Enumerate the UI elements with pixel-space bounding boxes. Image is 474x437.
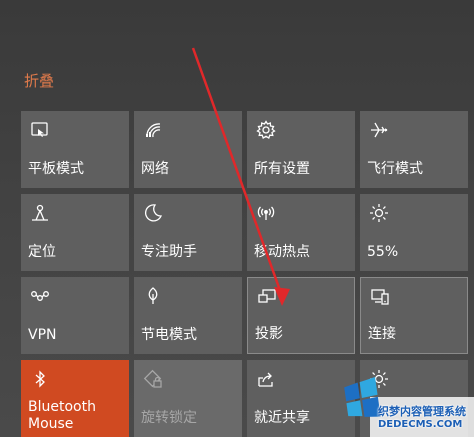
tile-label: 专注助手 xyxy=(141,244,197,260)
tile-label: 55% xyxy=(367,244,399,260)
tile-label: 旋转锁定 xyxy=(141,410,197,426)
battery-saver-icon xyxy=(143,286,163,306)
settings-gear-icon xyxy=(256,120,276,140)
tablet-mode-icon xyxy=(30,120,50,140)
tile-label: 飞行模式 xyxy=(367,161,423,177)
vpn-icon xyxy=(30,286,50,306)
tile-battery-saver[interactable]: 节电模式 xyxy=(134,277,242,354)
tile-label: 所有设置 xyxy=(254,161,310,177)
nearby-share-icon xyxy=(256,369,276,389)
tile-network[interactable]: 网络 xyxy=(134,111,242,188)
tile-brightness[interactable]: 55% xyxy=(360,194,468,271)
tile-label: 网络 xyxy=(141,161,169,177)
project-icon xyxy=(257,287,277,307)
tile-label: 节电模式 xyxy=(141,327,197,343)
tile-all-settings[interactable]: 所有设置 xyxy=(247,111,355,188)
tile-label: VPN xyxy=(28,327,57,343)
tile-label: 定位 xyxy=(28,244,56,260)
tile-label: 移动热点 xyxy=(254,244,310,260)
bluetooth-icon xyxy=(30,369,50,389)
airplane-icon xyxy=(369,120,389,140)
tile-tablet-mode[interactable]: 平板模式 xyxy=(21,111,129,188)
tile-rotation-lock[interactable]: 旋转锁定 xyxy=(134,360,242,437)
tile-project[interactable]: 投影 xyxy=(247,277,355,354)
tile-bluetooth[interactable]: Bluetooth Mouse xyxy=(21,360,129,437)
connect-icon xyxy=(370,287,390,307)
moon-icon xyxy=(143,203,163,223)
collapse-link[interactable]: 折叠 xyxy=(24,70,54,91)
tile-label: Bluetooth Mouse xyxy=(28,399,96,432)
tile-focus-assist[interactable]: 专注助手 xyxy=(134,194,242,271)
watermark-text: 织梦内容管理系统 xyxy=(378,405,466,418)
tile-label: 平板模式 xyxy=(28,161,84,177)
brightness-icon xyxy=(369,203,389,223)
tile-label: 投影 xyxy=(255,326,283,342)
tile-vpn[interactable]: VPN xyxy=(21,277,129,354)
tile-label: 就近共享 xyxy=(254,410,310,426)
tile-label: 连接 xyxy=(368,326,396,342)
tile-airplane-mode[interactable]: 飞行模式 xyxy=(360,111,468,188)
tile-connect[interactable]: 连接 xyxy=(360,277,468,354)
rotation-lock-icon xyxy=(143,369,163,389)
watermark-url: DEDECMS.COM xyxy=(378,419,463,430)
network-icon xyxy=(143,120,163,140)
location-icon xyxy=(30,203,50,223)
tile-mobile-hotspot[interactable]: 移动热点 xyxy=(247,194,355,271)
tile-location[interactable]: 定位 xyxy=(21,194,129,271)
hotspot-icon xyxy=(256,203,276,223)
